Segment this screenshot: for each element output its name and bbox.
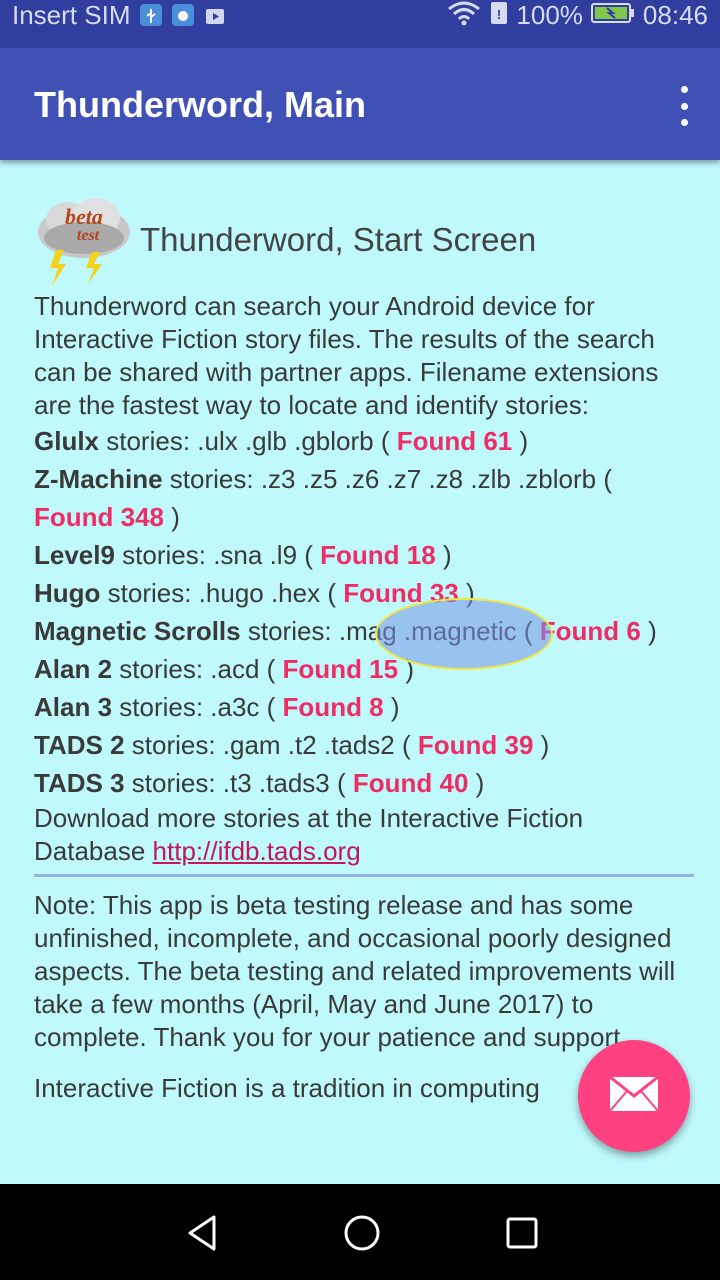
battery-icon xyxy=(590,1,635,29)
format-extensions: stories: .a3c xyxy=(112,692,267,722)
status-bar: Insert SIM ! 100% 08:46 xyxy=(0,0,720,48)
format-name: Alan 2 xyxy=(34,654,113,684)
play-store-icon xyxy=(204,4,226,26)
usb-icon xyxy=(140,4,163,26)
story-format-row: Magnetic Scrolls stories: .mag .magnetic… xyxy=(34,616,657,646)
touch-highlight xyxy=(375,598,553,670)
found-count-link[interactable]: Found 15 xyxy=(283,654,399,684)
found-count-link[interactable]: Found 18 xyxy=(320,540,436,570)
back-icon[interactable] xyxy=(177,1208,227,1258)
note-text: Note: This app is beta testing release a… xyxy=(34,890,676,1052)
format-extensions: stories: .ulx .glb .gblorb xyxy=(99,426,381,456)
email-fab-button[interactable] xyxy=(578,1040,690,1152)
found-count-link[interactable]: Found 40 xyxy=(353,768,469,798)
found-count-link[interactable]: Found 8 xyxy=(283,692,384,722)
main-content[interactable]: beta test Thunderword, Start Screen Thun… xyxy=(0,160,720,1184)
story-format-row: Z-Machine stories: .z3 .z5 .z6 .z7 .z8 .… xyxy=(34,464,612,532)
format-name: Hugo xyxy=(34,578,101,608)
format-name: TADS 3 xyxy=(34,768,125,798)
format-name: Z-Machine xyxy=(34,464,163,494)
format-name: Glulx xyxy=(34,426,100,456)
home-icon[interactable] xyxy=(337,1208,387,1258)
story-format-list: Glulx stories: .ulx .glb .gblorb ( Found… xyxy=(34,422,694,802)
logo-text-beta: beta xyxy=(65,204,103,229)
format-extensions: stories: .hugo .hex xyxy=(100,578,328,608)
beta-test-logo: beta test xyxy=(34,190,134,290)
screen-header: beta test Thunderword, Start Screen xyxy=(34,190,694,290)
section-divider xyxy=(34,874,694,877)
format-name: TADS 2 xyxy=(34,730,125,760)
found-count-link[interactable]: Found 6 xyxy=(540,616,641,646)
signal-icon: ! xyxy=(490,0,508,31)
carrier-label: Insert SIM xyxy=(12,0,131,30)
found-count-link[interactable]: Found 348 xyxy=(34,502,164,532)
wifi-icon xyxy=(446,0,482,31)
battery-level: 100% xyxy=(516,0,583,30)
clock: 08:46 xyxy=(642,0,708,30)
story-format-row: TADS 3 stories: .t3 .tads3 ( Found 40 ) xyxy=(34,768,485,798)
story-format-row: Alan 3 stories: .a3c ( Found 8 ) xyxy=(34,692,400,722)
logo-text-test: test xyxy=(77,227,100,244)
start-screen-title: Thunderword, Start Screen xyxy=(140,221,537,258)
app-bar: Thunderword, Main xyxy=(0,48,720,160)
intro-text: Thunderword can search your Android devi… xyxy=(34,291,659,420)
story-format-row: Hugo stories: .hugo .hex ( Found 33 ) xyxy=(34,578,475,608)
email-icon xyxy=(609,1075,659,1117)
format-extensions: stories: .z3 .z5 .z6 .z7 .z8 .zlb .zblor… xyxy=(162,464,604,494)
story-format-row: TADS 2 stories: .gam .t2 .tads2 ( Found … xyxy=(34,730,550,760)
format-name: Alan 3 xyxy=(34,692,113,722)
more-vert-icon[interactable] xyxy=(674,86,694,126)
story-format-row: Glulx stories: .ulx .glb .gblorb ( Found… xyxy=(34,426,529,456)
found-count-link[interactable]: Found 61 xyxy=(397,426,513,456)
system-nav-bar xyxy=(0,1184,720,1280)
page-title: Thunderword, Main xyxy=(34,84,366,125)
format-extensions: stories: .sna .l9 xyxy=(114,540,305,570)
ifdb-link[interactable]: http://ifdb.tads.org xyxy=(153,836,361,866)
svg-text:!: ! xyxy=(497,7,501,22)
format-name: Magnetic Scrolls xyxy=(34,616,241,646)
format-extensions: stories: .t3 .tads3 xyxy=(124,768,337,798)
format-name: Level9 xyxy=(34,540,115,570)
format-extensions: stories: .gam .t2 .tads2 xyxy=(124,730,402,760)
app-notification-icon xyxy=(172,4,195,26)
found-count-link[interactable]: Found 39 xyxy=(418,730,534,760)
download-text: Download more stories at the Interactive… xyxy=(34,802,694,868)
story-format-row: Level9 stories: .sna .l9 ( Found 18 ) xyxy=(34,540,452,570)
format-extensions: stories: .acd xyxy=(112,654,267,684)
story-format-row: Alan 2 stories: .acd ( Found 15 ) xyxy=(34,654,414,684)
recents-icon[interactable] xyxy=(497,1208,547,1258)
